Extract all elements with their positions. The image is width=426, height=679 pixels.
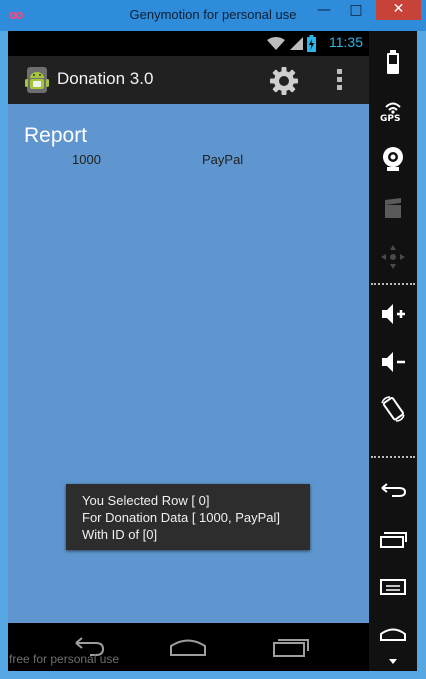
genymotion-window: oo Genymotion for personal use — □ ✕ 11:…: [0, 0, 426, 679]
report-content: Report 1000 PayPal You Selected Row [ 0]…: [8, 104, 369, 623]
side-panel-divider: [371, 283, 415, 285]
personal-use-watermark: free for personal use: [9, 652, 120, 666]
donation-row-amount[interactable]: 1000: [72, 152, 101, 167]
toast-line-1: You Selected Row [ 0]: [82, 493, 210, 508]
wifi-icon: [267, 37, 285, 50]
battery-icon[interactable]: [377, 48, 409, 78]
recent-apps-icon[interactable]: [377, 525, 409, 555]
dpad-icon: [381, 245, 405, 269]
maximize-button[interactable]: □: [343, 1, 369, 21]
app-title: Donation 3.0: [57, 69, 154, 88]
status-bar: 11:35: [8, 31, 369, 56]
home-icon[interactable]: [168, 631, 208, 663]
side-panel-divider: [371, 456, 415, 458]
genymotion-side-panel: GPS: [369, 31, 417, 671]
status-time: 11:35: [329, 34, 363, 50]
camera-icon[interactable]: [377, 144, 409, 174]
volume-up-icon[interactable]: [377, 299, 409, 329]
action-bar: Donation 3.0: [8, 56, 369, 104]
back-icon[interactable]: [377, 475, 409, 505]
home-icon[interactable]: [377, 620, 409, 650]
donation-row-method[interactable]: PayPal: [202, 152, 243, 167]
android-screen: 11:35 Donation 3.0 Report 1000 PayPal Yo…: [8, 31, 369, 671]
toast-message: You Selected Row [ 0] For Donation Data …: [66, 484, 310, 550]
signal-icon: [290, 37, 303, 50]
scroll-down-icon[interactable]: [377, 651, 409, 669]
volume-down-icon[interactable]: [377, 347, 409, 377]
toast-line-3: With ID of [0]: [82, 527, 158, 542]
overflow-menu-icon[interactable]: [336, 68, 344, 92]
toast-line-2: For Donation Data [ 1000, PayPal]: [82, 510, 281, 525]
menu-icon[interactable]: [377, 572, 409, 602]
rotate-icon[interactable]: [377, 395, 409, 425]
settings-gear-icon[interactable]: [269, 66, 299, 96]
window-titlebar: oo Genymotion for personal use — □ ✕: [0, 0, 426, 31]
video-icon: [385, 198, 401, 218]
minimize-button[interactable]: —: [311, 1, 337, 21]
android-app-icon[interactable]: [24, 66, 50, 94]
close-button[interactable]: ✕: [376, 0, 421, 20]
gps-label: GPS: [380, 114, 401, 124]
battery-charging-icon: [307, 35, 316, 52]
report-heading: Report: [24, 124, 88, 147]
recent-apps-icon[interactable]: [270, 631, 310, 663]
